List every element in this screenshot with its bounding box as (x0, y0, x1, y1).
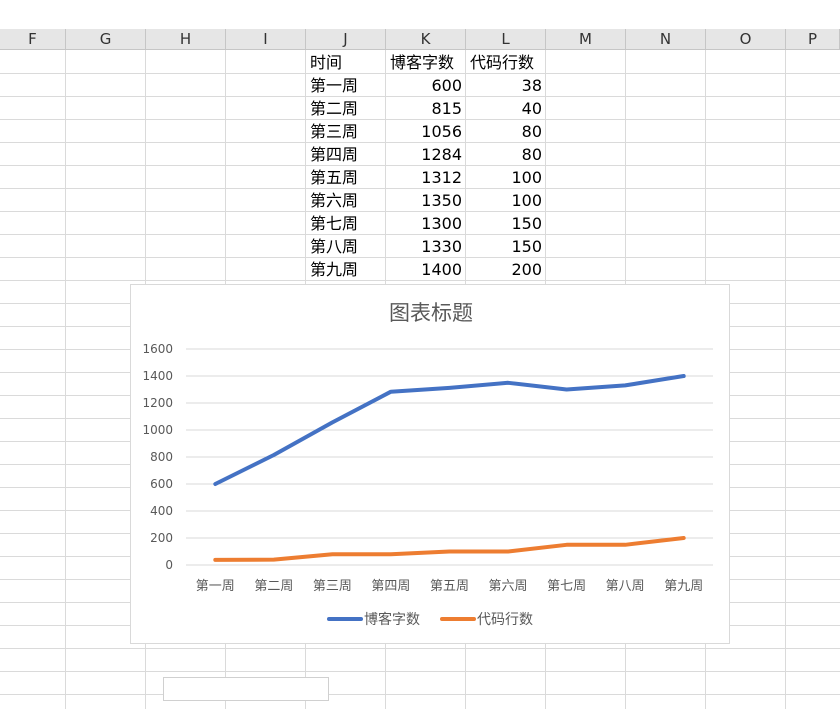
table-cell[interactable]: 100 (466, 189, 546, 212)
x-tick-label: 第二周 (254, 579, 293, 594)
line-chart[interactable]: 图表标题 0 200 400 600 800 1000 1200 1400 1600 第一周 第二周 第… (130, 284, 730, 644)
table-cell[interactable]: 150 (466, 212, 546, 235)
column-header-i[interactable]: I (226, 29, 306, 50)
table-cell[interactable]: 1300 (386, 212, 466, 235)
y-tick-label: 1000 (142, 423, 173, 437)
chart-svg: 图表标题 0 200 400 600 800 1000 1200 1400 1600 第一周 第二周 第… (142, 301, 713, 628)
table-cell[interactable]: 1056 (386, 120, 466, 143)
table-cell[interactable]: 1312 (386, 166, 466, 189)
table-cell[interactable]: 第八周 (306, 235, 386, 258)
gridline-horizontal (0, 671, 840, 672)
x-tick-label: 第九周 (664, 579, 703, 594)
y-tick-label: 400 (150, 504, 173, 518)
table-cell[interactable]: 150 (466, 235, 546, 258)
table-cell[interactable]: 第九周 (306, 258, 386, 281)
x-tick-label: 第四周 (371, 579, 410, 594)
table-cell[interactable]: 80 (466, 120, 546, 143)
x-tick-label: 第六周 (489, 579, 528, 594)
column-header-f[interactable]: F (0, 29, 66, 50)
table-header-cell[interactable]: 时间 (306, 51, 386, 74)
gridline-vertical (65, 50, 66, 709)
series-line-2 (213, 536, 686, 562)
table-header-cell[interactable]: 博客字数 (386, 51, 466, 74)
table-cell[interactable]: 第七周 (306, 212, 386, 235)
y-tick-label: 1400 (142, 369, 173, 383)
column-header-l[interactable]: L (466, 29, 546, 50)
y-tick-label: 800 (150, 450, 173, 464)
table-cell[interactable]: 第二周 (306, 97, 386, 120)
column-header-p[interactable]: P (786, 29, 840, 50)
gridline-vertical (785, 50, 786, 709)
x-tick-label: 第五周 (430, 579, 469, 594)
table-cell[interactable]: 815 (386, 97, 466, 120)
y-tick-label: 600 (150, 477, 173, 491)
column-header-k[interactable]: K (386, 29, 466, 50)
column-header-o[interactable]: O (706, 29, 786, 50)
column-header-n[interactable]: N (626, 29, 706, 50)
legend-label-1: 博客字数 (364, 611, 420, 628)
table-cell[interactable]: 1330 (386, 235, 466, 258)
table-header-cell[interactable]: 代码行数 (466, 51, 546, 74)
table-cell[interactable]: 第五周 (306, 166, 386, 189)
x-tick-label: 第三周 (313, 579, 352, 594)
y-tick-label: 1600 (142, 342, 173, 356)
table-cell[interactable]: 1400 (386, 258, 466, 281)
gridline-horizontal (0, 694, 840, 695)
column-header-h[interactable]: H (146, 29, 226, 50)
table-cell[interactable]: 1350 (386, 189, 466, 212)
y-tick-label: 1200 (142, 396, 173, 410)
y-tick-label: 200 (150, 531, 173, 545)
legend-label-2: 代码行数 (477, 612, 533, 628)
floating-textbox[interactable] (163, 677, 329, 701)
table-cell[interactable]: 第六周 (306, 189, 386, 212)
table-cell[interactable]: 100 (466, 166, 546, 189)
table-cell[interactable]: 38 (466, 74, 546, 97)
column-header-m[interactable]: M (546, 29, 626, 50)
table-cell[interactable]: 第三周 (306, 120, 386, 143)
y-tick-label: 0 (165, 558, 173, 572)
table-cell[interactable]: 80 (466, 143, 546, 166)
chart-title: 图表标题 (389, 301, 473, 325)
table-cell[interactable]: 600 (386, 74, 466, 97)
table-cell[interactable]: 40 (466, 97, 546, 120)
table-cell[interactable]: 1284 (386, 143, 466, 166)
x-tick-label: 第一周 (196, 579, 235, 594)
gridline-horizontal (0, 648, 840, 649)
x-tick-label: 第七周 (547, 579, 586, 594)
x-tick-label: 第八周 (606, 579, 645, 594)
table-cell[interactable]: 第四周 (306, 143, 386, 166)
column-header-j[interactable]: J (306, 29, 386, 50)
column-header-g[interactable]: G (66, 29, 146, 50)
table-cell[interactable]: 200 (466, 258, 546, 281)
table-cell[interactable]: 第一周 (306, 74, 386, 97)
